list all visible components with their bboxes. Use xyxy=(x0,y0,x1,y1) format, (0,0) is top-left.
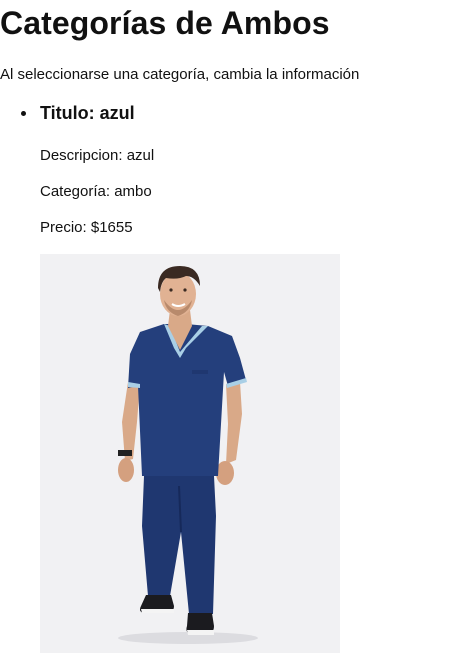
product-category: Categoría: ambo xyxy=(40,183,152,200)
right-hand xyxy=(216,461,234,485)
product-description: Descripcion: azul xyxy=(40,147,155,164)
intro-text: Al seleccionarse una categoría, cambia l… xyxy=(0,66,360,83)
product-price: Precio: $1655 xyxy=(40,219,133,236)
watch xyxy=(118,450,132,456)
page-title: Categorías de Ambos xyxy=(0,5,330,41)
list-item: Titulo: azul Descripcion: azul Categoría… xyxy=(0,100,454,653)
left-hand xyxy=(118,458,134,482)
head xyxy=(160,272,196,316)
product-image xyxy=(40,254,340,653)
product-list: Titulo: azul Descripcion: azul Categoría… xyxy=(0,100,454,653)
product-title: Titulo: azul xyxy=(40,103,135,123)
page: Categorías de Ambos Al seleccionarse una… xyxy=(0,0,454,653)
bullet-icon xyxy=(21,111,26,116)
